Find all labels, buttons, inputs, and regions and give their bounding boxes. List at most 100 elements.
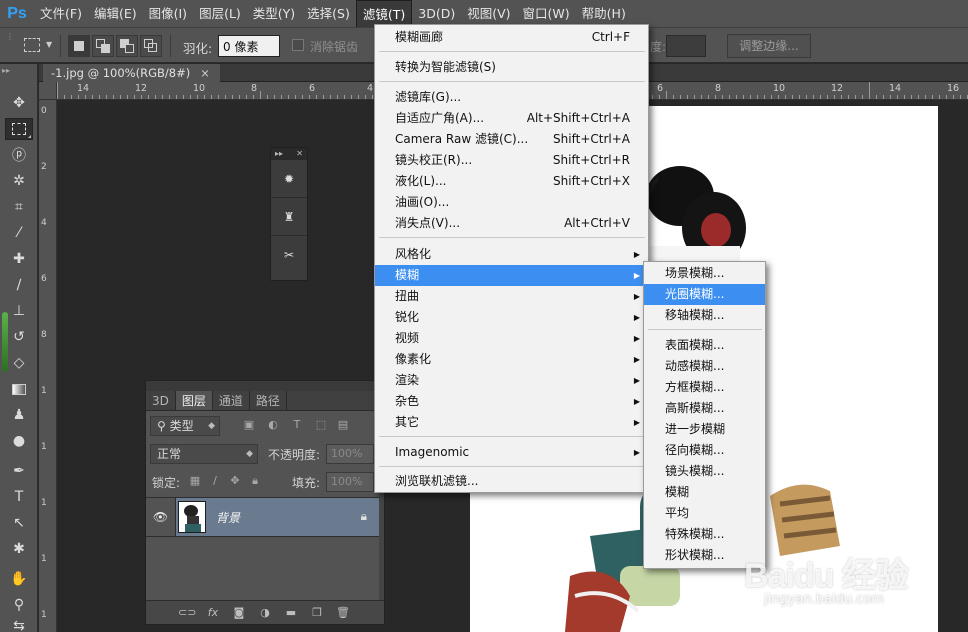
menu-file[interactable]: 文件(F) [34, 0, 88, 27]
navigator-icon[interactable]: ✹ [271, 160, 307, 198]
submenu-item-gaussian-blur[interactable]: 高斯模糊... [644, 398, 765, 419]
submenu-item-average[interactable]: 平均 [644, 503, 765, 524]
path-selection-tool-icon[interactable]: ↖ [5, 512, 33, 534]
submenu-item-blur-more[interactable]: 进一步模糊 [644, 419, 765, 440]
tools-grip[interactable]: ▸▸ [2, 66, 10, 75]
menu-item-other[interactable]: 其它 ▶ [375, 412, 648, 433]
submenu-item-blur[interactable]: 模糊 [644, 482, 765, 503]
trash-icon[interactable]: 🗑︎ [334, 606, 352, 619]
submenu-item-radial-blur[interactable]: 径向模糊... [644, 440, 765, 461]
ruler-origin[interactable] [39, 82, 57, 100]
color-swatch-icon[interactable]: ⇆ [5, 618, 33, 632]
document-tab[interactable]: -1.jpg @ 100%(RGB/8#) × [43, 64, 220, 82]
menu-edit[interactable]: 编辑(E) [88, 0, 143, 27]
fill-input[interactable]: 100% [326, 472, 374, 492]
menu-item-oil-paint[interactable]: 油画(O)... [375, 192, 648, 213]
submenu-item-lens-blur[interactable]: 镜头模糊... [644, 461, 765, 482]
history-brush-tool-icon[interactable]: ↺ [5, 326, 33, 348]
smart-object-filter-icon[interactable]: ▤ [336, 418, 350, 432]
layers-panel-grip[interactable] [146, 381, 384, 391]
menu-item-render[interactable]: 渲染 ▶ [375, 370, 648, 391]
height-input[interactable] [666, 35, 706, 57]
menu-3d[interactable]: 3D(D) [412, 0, 461, 27]
layer-name[interactable]: 背景 [216, 509, 240, 526]
tab-layers[interactable]: 图层 [175, 391, 213, 410]
move-tool-icon[interactable]: ✥ [5, 92, 33, 114]
submenu-item-smart-blur[interactable]: 特殊模糊... [644, 524, 765, 545]
menu-image[interactable]: 图像(I) [143, 0, 193, 27]
feather-input[interactable]: 0 像素 [218, 35, 280, 57]
marquee-preset-icon[interactable] [24, 38, 40, 52]
blur-tool-icon[interactable]: ♟ [5, 404, 33, 426]
submenu-item-box-blur[interactable]: 方框模糊... [644, 377, 765, 398]
menu-item-imagenomic[interactable]: Imagenomic ▶ [375, 442, 648, 463]
adjustment-filter-icon[interactable]: ◐ [266, 418, 280, 432]
close-icon[interactable]: ✕ [296, 148, 303, 160]
add-selection-button[interactable] [92, 35, 114, 57]
new-selection-button[interactable] [68, 35, 90, 57]
submenu-item-iris-blur[interactable]: 光圈模糊... [644, 284, 765, 305]
menu-item-browse-online[interactable]: 浏览联机滤镜... [375, 471, 648, 492]
menu-item-vanishing-point[interactable]: 消失点(V)... Alt+Ctrl+V [375, 213, 648, 234]
menu-filter[interactable]: 滤镜(T) [355, 0, 413, 27]
lock-pixels-icon[interactable]: ∕ [208, 474, 222, 488]
pen-tool-icon[interactable]: ✒ [5, 460, 33, 482]
menu-item-blur-gallery[interactable]: 模糊画廊 Ctrl+F [375, 27, 648, 48]
floating-panel-header[interactable]: ▸▸ ✕ [271, 148, 307, 160]
magic-wand-tool-icon[interactable]: ✲ [5, 170, 33, 192]
lasso-tool-icon[interactable]: ⓟ [5, 144, 33, 166]
opacity-input[interactable]: 100% [326, 444, 374, 464]
subtract-selection-button[interactable] [116, 35, 138, 57]
menu-item-sharpen[interactable]: 锐化 ▶ [375, 307, 648, 328]
menu-item-blur[interactable]: 模糊 ▶ [375, 265, 648, 286]
layer-row-background[interactable]: 👁︎ 背景 🔒︎ [146, 497, 379, 537]
tab-3d[interactable]: 3D [146, 391, 176, 410]
crop-tool-icon[interactable]: ⌗ [5, 196, 33, 218]
menu-item-filter-gallery[interactable]: 滤镜库(G)... [375, 87, 648, 108]
clone-stamp-tool-icon[interactable]: ⊥ [5, 300, 33, 322]
brush-tool-icon[interactable]: ∕ [5, 274, 33, 296]
visibility-eye-icon[interactable]: 👁︎ [146, 498, 176, 536]
antialias-checkbox[interactable] [292, 39, 304, 51]
menu-item-convert-smart[interactable]: 转换为智能滤镜(S) [375, 57, 648, 78]
rect-marquee-tool-icon[interactable] [5, 118, 33, 140]
menu-help[interactable]: 帮助(H) [576, 0, 632, 27]
lock-transparent-icon[interactable]: ▦ [188, 474, 202, 488]
submenu-item-field-blur[interactable]: 场景模糊... [644, 263, 765, 284]
gradient-tool-icon[interactable] [5, 378, 33, 400]
menu-type[interactable]: 类型(Y) [247, 0, 301, 27]
close-tab-icon[interactable]: × [200, 66, 210, 80]
intersect-selection-button[interactable] [140, 35, 162, 57]
pixel-filter-icon[interactable]: ▣ [242, 418, 256, 432]
zoom-tool-icon[interactable]: ⚲ [5, 594, 33, 616]
menu-view[interactable]: 视图(V) [461, 0, 516, 27]
hand-tool-icon[interactable]: ✋ [5, 568, 33, 590]
submenu-item-tilt-shift[interactable]: 移轴模糊... [644, 305, 765, 326]
menu-item-noise[interactable]: 杂色 ▶ [375, 391, 648, 412]
tab-paths[interactable]: 路径 [250, 391, 287, 410]
menu-select[interactable]: 选择(S) [301, 0, 356, 27]
type-tool-icon[interactable]: T [5, 486, 33, 508]
menu-item-camera-raw[interactable]: Camera Raw 滤镜(C)... Shift+Ctrl+A [375, 129, 648, 150]
lock-all-icon[interactable]: 🔒︎ [248, 474, 262, 488]
vertical-ruler[interactable]: 0 2 4 6 8 1 1 1 1 1 [39, 100, 57, 632]
refine-edge-button[interactable]: 调整边缘... [727, 34, 811, 58]
preset-dropdown-icon[interactable]: ▼ [46, 40, 52, 49]
menu-window[interactable]: 窗口(W) [517, 0, 576, 27]
submenu-item-surface-blur[interactable]: 表面模糊... [644, 335, 765, 356]
menu-item-liquify[interactable]: 液化(L)... Shift+Ctrl+X [375, 171, 648, 192]
menu-item-pixelate[interactable]: 像素化 ▶ [375, 349, 648, 370]
menu-layer[interactable]: 图层(L) [193, 0, 247, 27]
eraser-tool-icon[interactable]: ◇ [5, 352, 33, 374]
submenu-item-motion-blur[interactable]: 动感模糊... [644, 356, 765, 377]
stamp-icon[interactable]: ♜ [271, 198, 307, 236]
mask-icon[interactable]: ◙ [230, 606, 248, 619]
dodge-tool-icon[interactable]: ● [5, 430, 33, 452]
healing-brush-tool-icon[interactable]: ✚ [5, 248, 33, 270]
link-icon[interactable]: ⊂⊃ [178, 606, 196, 619]
type-filter-icon[interactable]: T [290, 418, 304, 432]
menu-item-stylize[interactable]: 风格化 ▶ [375, 244, 648, 265]
tools-scissors-icon[interactable]: ✂ [271, 236, 307, 274]
custom-shape-tool-icon[interactable]: ✱ [5, 538, 33, 560]
shape-filter-icon[interactable]: ⬚ [314, 418, 328, 432]
